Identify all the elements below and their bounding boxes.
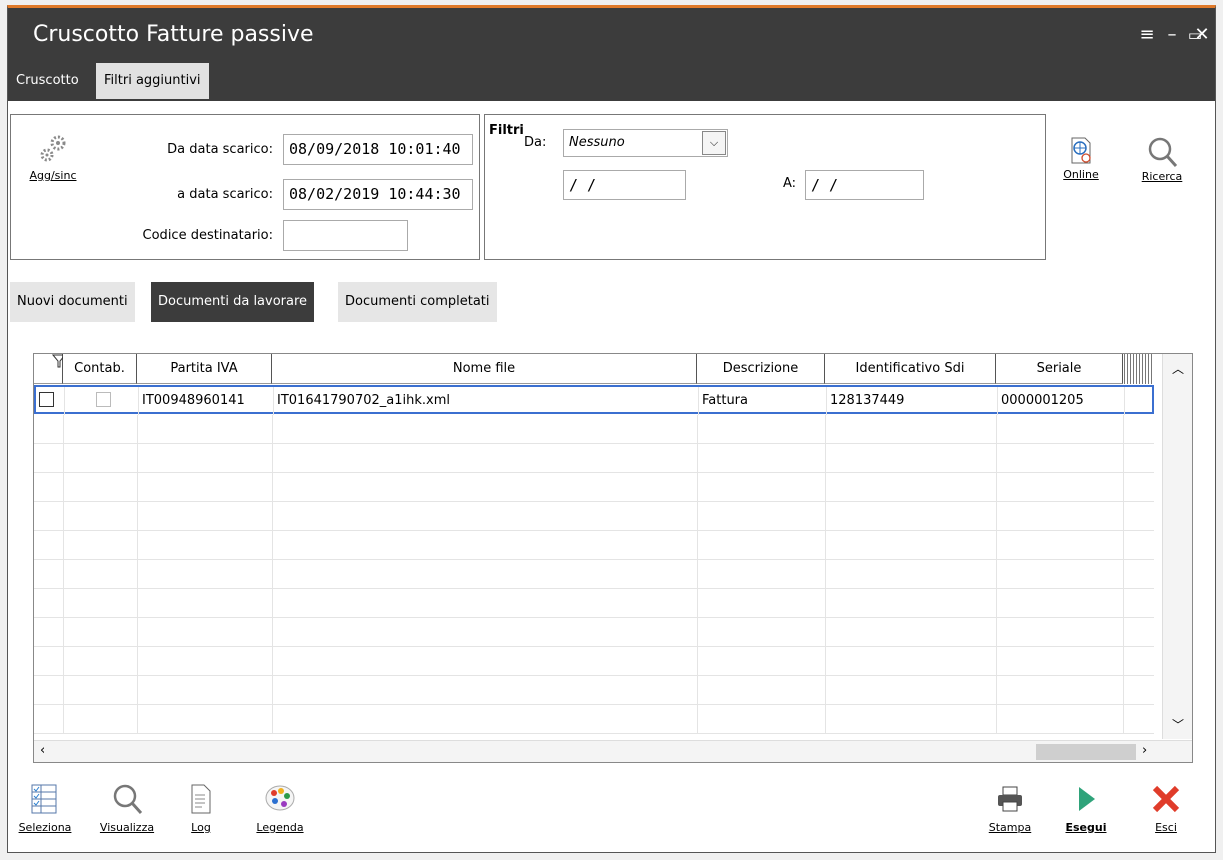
column-header-select[interactable] (34, 354, 66, 384)
vertical-scrollbar[interactable]: ︿ ﹀ (1162, 354, 1192, 739)
empty-row (34, 502, 1154, 531)
tab-documenti-da-lavorare[interactable]: Documenti da lavorare (151, 282, 315, 322)
cell-nome-file: IT01641790702_a1ihk.xml (274, 387, 699, 415)
cell-descrizione: Fattura (699, 387, 827, 415)
menu-icon[interactable]: ≡ (1136, 24, 1158, 45)
esci-button[interactable]: Esci (1146, 783, 1186, 834)
palette-icon (265, 785, 295, 811)
column-header-identificativo-sdi[interactable]: Identificativo Sdi (825, 354, 996, 384)
magnifier-icon (1148, 137, 1178, 168)
tab-documenti-completati[interactable]: Documenti completati (338, 282, 497, 322)
ricerca-button[interactable]: Ricerca (1134, 136, 1190, 183)
da-data-label: Da data scarico: (167, 142, 273, 157)
seleziona-button[interactable]: Seleziona (16, 783, 74, 834)
empty-row (34, 618, 1154, 647)
chevron-down-icon[interactable]: ⌵ (702, 131, 726, 155)
column-resize-area (1124, 354, 1154, 384)
filtri-panel: Filtri Da: Nessuno ⌵ / / A: / / (484, 114, 1046, 260)
horizontal-scrollbar[interactable]: ‹ › (34, 740, 1192, 762)
contab-checkbox[interactable] (95, 392, 111, 407)
visualizza-button[interactable]: Visualizza (94, 783, 160, 834)
close-x-icon (1152, 785, 1180, 813)
empty-row (34, 647, 1154, 676)
window-title: Cruscotto Fatture passive (33, 22, 314, 47)
empty-row (34, 473, 1154, 502)
da-select[interactable]: Nessuno ⌵ (563, 129, 728, 157)
printer-icon (998, 786, 1022, 812)
a-data-field[interactable]: 08/02/2019 10:44:30 (283, 179, 473, 210)
a-label: A: (783, 176, 797, 191)
top-tab-bar: Cruscotto Filtri aggiuntivi (8, 63, 1215, 101)
documents-grid: Contab. Partita IVA Nome file Descrizion… (33, 353, 1193, 763)
log-document-icon (191, 784, 211, 814)
main-window: Cruscotto Fatture passive ≡ – ▭ ✕ Crusco… (7, 5, 1216, 853)
table-row[interactable]: IT00948960141 IT01641790702_a1ihk.xml Fa… (34, 385, 1154, 415)
scroll-up-icon[interactable]: ︿ (1163, 360, 1192, 377)
column-header-contab[interactable]: Contab. (63, 354, 137, 384)
column-header-descrizione[interactable]: Descrizione (697, 354, 825, 384)
scroll-down-icon[interactable]: ﹀ (1163, 716, 1192, 733)
column-header-seriale[interactable]: Seriale (996, 354, 1123, 384)
empty-row (34, 676, 1154, 705)
online-button[interactable]: Online (1058, 136, 1104, 181)
legenda-button[interactable]: Legenda (250, 783, 310, 834)
tab-cruscotto[interactable]: Cruscotto (8, 63, 87, 99)
cell-partita-iva: IT00948960141 (139, 387, 274, 415)
da-label: Da: (524, 135, 547, 150)
log-button[interactable]: Log (186, 783, 216, 834)
tab-nuovi-documenti[interactable]: Nuovi documenti (10, 282, 135, 322)
minimize-button[interactable]: – (1161, 24, 1183, 45)
gears-icon (40, 135, 66, 162)
horizontal-scroll-thumb[interactable] (1036, 744, 1136, 760)
esegui-button[interactable]: Esegui (1061, 783, 1111, 834)
tab-filtri-aggiuntivi[interactable]: Filtri aggiuntivi (96, 63, 209, 99)
empty-row (34, 531, 1154, 560)
scroll-left-icon[interactable]: ‹ (40, 743, 45, 758)
column-header-nome-file[interactable]: Nome file (272, 354, 697, 384)
online-document-icon (1071, 137, 1091, 164)
cell-seriale: 0000001205 (998, 387, 1125, 415)
a-data-label: a data scarico: (177, 187, 273, 202)
play-icon (1079, 787, 1095, 811)
empty-row (34, 444, 1154, 473)
empty-row (34, 589, 1154, 618)
date-from-field[interactable]: / / (563, 170, 686, 200)
empty-row (34, 415, 1154, 444)
title-bar: Cruscotto Fatture passive ≡ – ▭ (8, 8, 1215, 63)
empty-row (34, 705, 1154, 734)
stampa-button[interactable]: Stampa (985, 783, 1035, 834)
checklist-icon (31, 784, 57, 814)
da-data-field[interactable]: 08/09/2018 10:01:40 (283, 134, 473, 165)
agg-sinc-button[interactable]: Agg/sinc (23, 133, 83, 182)
cell-identificativo-sdi: 128137449 (827, 387, 998, 415)
column-header-partita-iva[interactable]: Partita IVA (137, 354, 272, 384)
magnifier-icon (113, 784, 143, 815)
filtri-title: Filtri (489, 123, 524, 138)
row-checkbox[interactable] (39, 392, 54, 407)
date-to-field[interactable]: / / (805, 170, 924, 200)
date-panel: Agg/sinc Da data scarico: 08/09/2018 10:… (10, 114, 480, 260)
close-button[interactable]: ✕ (1191, 24, 1213, 45)
scroll-right-icon[interactable]: › (1142, 743, 1147, 758)
empty-row (34, 560, 1154, 589)
codice-destinatario-label: Codice destinatario: (142, 228, 273, 243)
codice-destinatario-field[interactable] (283, 220, 408, 251)
